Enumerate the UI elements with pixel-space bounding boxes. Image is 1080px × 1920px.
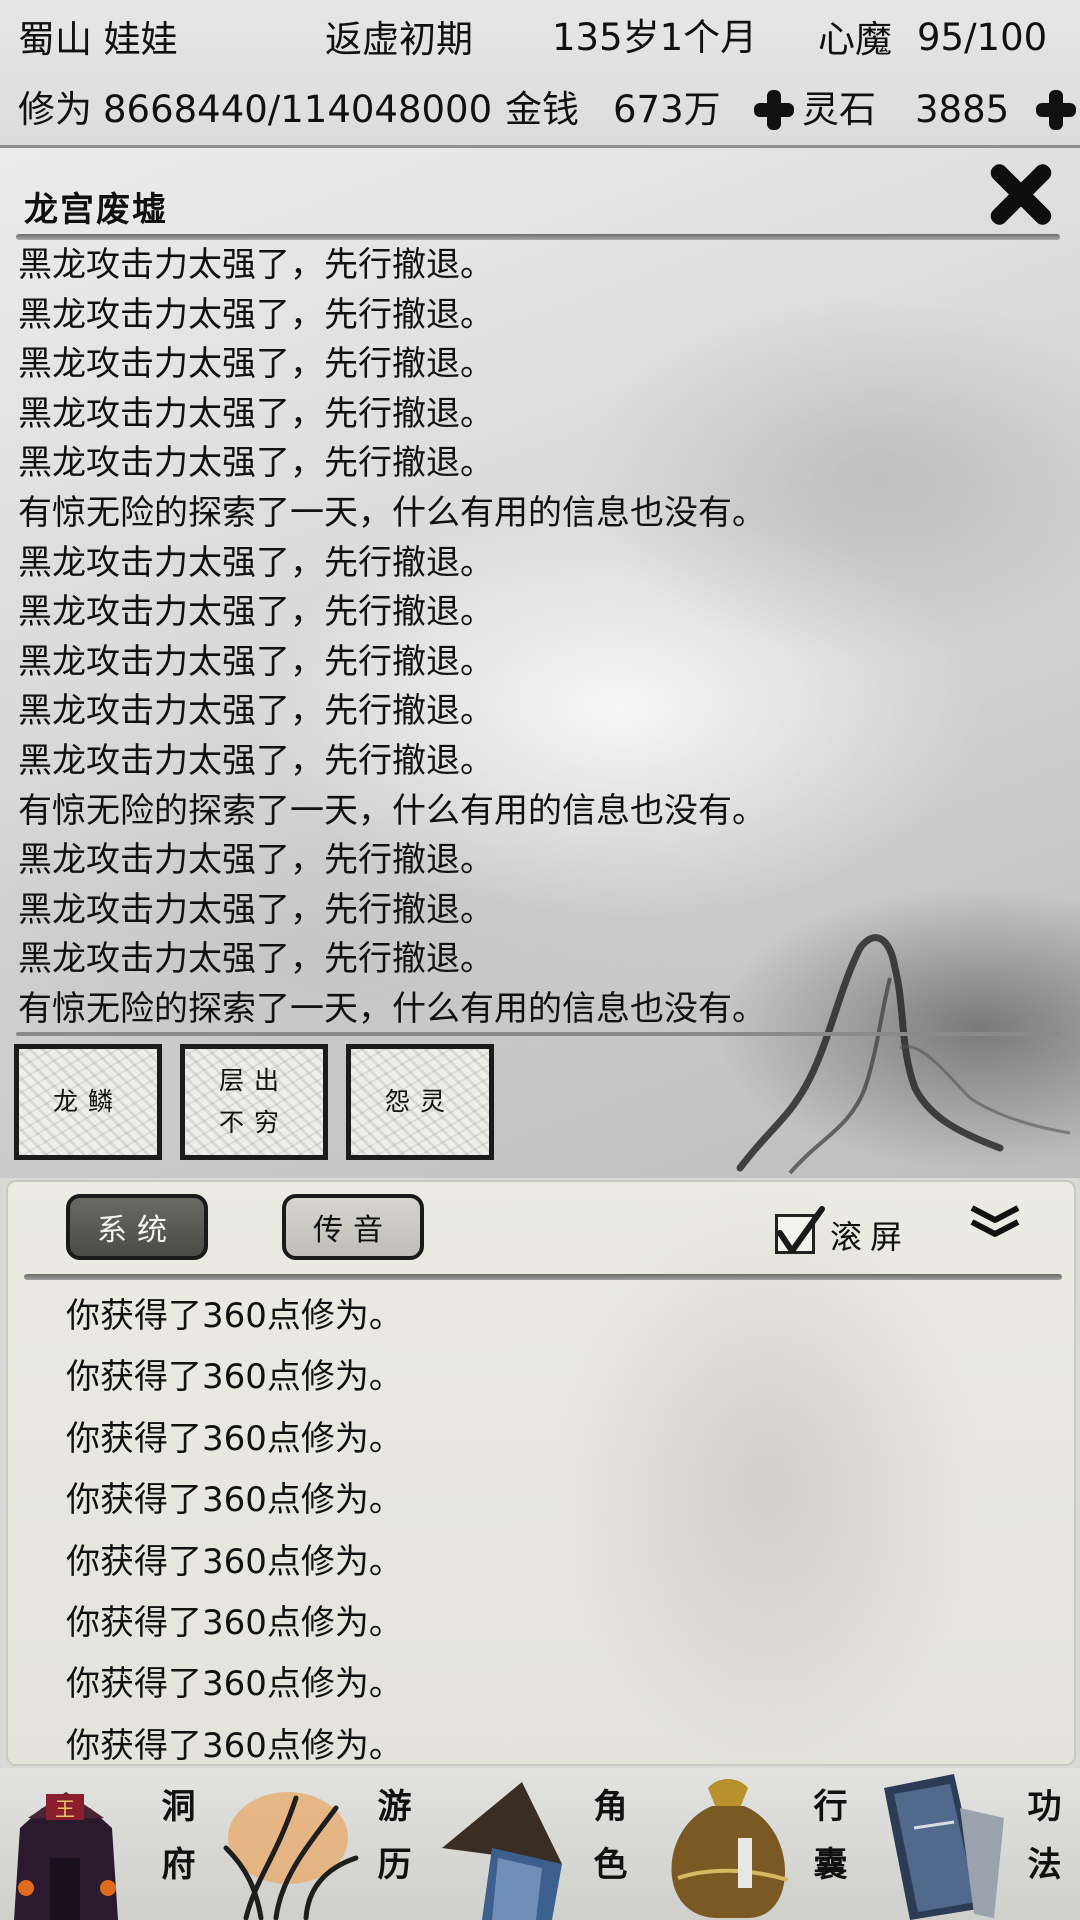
action-label: 层出不穷 <box>218 1066 289 1137</box>
nav-label: 功法 <box>1021 1788 1061 1904</box>
log-divider <box>16 1032 1060 1036</box>
log-line: 黑龙攻击力太强了，先行撤退。 <box>18 939 494 980</box>
character-hat-icon <box>442 1782 562 1920</box>
nav-label: 行囊 <box>807 1788 847 1904</box>
action-vengeful-spirit[interactable]: 怨灵 <box>346 1044 494 1160</box>
game-screen: 蜀山 娃娃 返虚初期 135岁1个月 心魔 95/100 修为 8668440/… <box>0 0 1080 1920</box>
action-label: 怨灵 <box>384 1087 455 1116</box>
nav-travel[interactable]: 游历 <box>216 1768 432 1920</box>
location-panel: 龙宫废墟 黑龙攻击力太强了，先行撤退。 黑龙攻击力太强了，先行撤退。 黑龙攻击力… <box>0 148 1080 1178</box>
close-icon[interactable] <box>980 154 1060 234</box>
travel-grass-icon <box>223 1792 359 1920</box>
nav-label: 游历 <box>371 1788 411 1904</box>
money-label: 金钱 <box>505 88 579 131</box>
add-money-icon[interactable] <box>754 90 794 130</box>
log-line: 黑龙攻击力太强了，先行撤退。 <box>18 840 494 881</box>
action-label: 龙鳞 <box>52 1087 123 1116</box>
tab-whisper[interactable]: 传音 <box>282 1194 424 1260</box>
cultivation-value: 8668440/114048000 <box>103 88 493 131</box>
nav-label: 角色 <box>587 1788 627 1904</box>
bottom-nav: 王 洞府 游历 角色 行囊 功法 <box>0 1768 1080 1920</box>
chat-divider <box>24 1274 1062 1280</box>
cave-dwelling-icon: 王 <box>14 1792 118 1920</box>
log-line: 有惊无险的探索了一天，什么有用的信息也没有。 <box>18 492 766 533</box>
auto-scroll-label: 滚屏 <box>830 1218 911 1256</box>
character-name: 蜀山 娃娃 <box>18 18 178 61</box>
auto-scroll-checkbox[interactable] <box>775 1206 825 1254</box>
message-line: 你获得了360点修为。 <box>66 1357 403 1398</box>
svg-text:王: 王 <box>55 1797 75 1821</box>
age-text: 135岁1个月 <box>552 16 758 59</box>
message-line: 你获得了360点修为。 <box>66 1602 403 1643</box>
nav-character[interactable]: 角色 <box>432 1768 648 1920</box>
log-line: 黑龙攻击力太强了，先行撤退。 <box>18 294 494 335</box>
cultivation-label: 修为 <box>18 88 92 131</box>
log-line: 黑龙攻击力太强了，先行撤退。 <box>18 889 494 930</box>
action-endless[interactable]: 层出不穷 <box>180 1044 328 1160</box>
spirit-stone-value: 3885 <box>915 88 1010 131</box>
nav-cave[interactable]: 王 洞府 <box>0 1768 216 1920</box>
add-spirit-stone-icon[interactable] <box>1036 90 1076 130</box>
book-icon <box>884 1774 1004 1920</box>
heart-demon-value: 95/100 <box>917 16 1048 59</box>
log-line: 有惊无险的探索了一天，什么有用的信息也没有。 <box>18 988 766 1029</box>
nav-bag[interactable]: 行囊 <box>648 1768 864 1920</box>
log-line: 黑龙攻击力太强了，先行撤退。 <box>18 592 494 633</box>
log-line: 黑龙攻击力太强了，先行撤退。 <box>18 443 494 484</box>
realm-text: 返虚初期 <box>325 18 473 61</box>
log-line: 有惊无险的探索了一天，什么有用的信息也没有。 <box>18 790 766 831</box>
message-line: 你获得了360点修为。 <box>66 1664 403 1705</box>
checkmark-icon <box>777 1206 825 1254</box>
log-line: 黑龙攻击力太强了，先行撤退。 <box>18 245 494 285</box>
log-line: 黑龙攻击力太强了，先行撤退。 <box>18 641 494 682</box>
system-messages: 你获得了360点修为。 你获得了360点修为。 你获得了360点修为。 你获得了… <box>66 1286 403 1777</box>
bag-icon <box>671 1779 789 1918</box>
message-line: 你获得了360点修为。 <box>66 1296 403 1336</box>
nav-techniques[interactable]: 功法 <box>864 1768 1080 1920</box>
message-panel: 系统 传音 滚屏 你获得了360点修为。 你获得了360点修为。 你获得了360… <box>6 1180 1076 1766</box>
event-log: 黑龙攻击力太强了，先行撤退。 黑龙攻击力太强了，先行撤退。 黑龙攻击力太强了，先… <box>18 241 766 1035</box>
log-line: 黑龙攻击力太强了，先行撤退。 <box>18 393 494 434</box>
title-divider <box>16 234 1060 240</box>
spirit-stone-label: 灵石 <box>802 88 876 131</box>
money-value: 673万 <box>613 88 721 131</box>
action-dragon-scale[interactable]: 龙鳞 <box>14 1044 162 1160</box>
heart-demon-label: 心魔 <box>818 18 892 61</box>
message-line: 你获得了360点修为。 <box>66 1541 403 1582</box>
status-bar: 蜀山 娃娃 返虚初期 135岁1个月 心魔 95/100 修为 8668440/… <box>0 0 1080 148</box>
log-line: 黑龙攻击力太强了，先行撤退。 <box>18 691 494 732</box>
log-line: 黑龙攻击力太强了，先行撤退。 <box>18 344 494 385</box>
tab-system[interactable]: 系统 <box>66 1194 208 1260</box>
log-line: 黑龙攻击力太强了，先行撤退。 <box>18 542 494 583</box>
collapse-chevron-icon[interactable] <box>968 1202 1022 1242</box>
log-line: 黑龙攻击力太强了，先行撤退。 <box>18 740 494 781</box>
message-line: 你获得了360点修为。 <box>66 1480 403 1521</box>
nav-label: 洞府 <box>155 1788 195 1904</box>
message-line: 你获得了360点修为。 <box>66 1418 403 1459</box>
location-title: 龙宫废墟 <box>24 190 168 230</box>
